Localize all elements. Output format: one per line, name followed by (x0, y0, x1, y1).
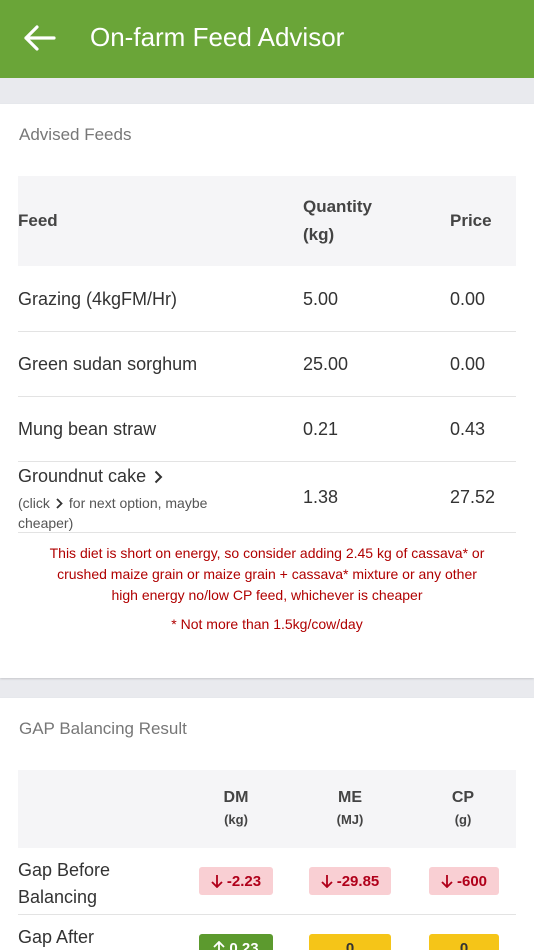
feed-quantity: 5.00 (303, 289, 339, 309)
status-badge: 0 (309, 934, 391, 950)
status-badge: -2.23 (199, 867, 273, 895)
header-dm: DM (kg) (223, 789, 249, 827)
status-badge: -29.85 (309, 867, 391, 895)
feed-quantity: 1.38 (303, 487, 339, 507)
feed-price: 27.52 (450, 487, 496, 507)
energy-warning: This diet is short on energy, so conside… (49, 545, 485, 603)
table-row: Gap Before Balancing -2.23 -29.85 -600 (18, 848, 516, 915)
table-row: Gap After 0.23 0 0 (18, 915, 516, 950)
feed-price: 0.43 (450, 419, 486, 439)
cassava-footnote: * Not more than 1.5kg/cow/day (171, 616, 363, 632)
feed-name: Groundnut cake (18, 466, 147, 486)
next-option-hint: (click for next option, maybe cheaper) (18, 495, 208, 531)
gap-row-label: Gap Before Balancing (18, 860, 111, 907)
table-row: Grazing (4kgFM/Hr) 5.00 0.00 (18, 266, 516, 332)
feed-quantity: 0.21 (303, 419, 339, 439)
header-quantity: Quantity (kg) (303, 197, 372, 244)
header-cp: CP (g) (451, 789, 475, 827)
advised-feeds-title: Advised Feeds (19, 125, 132, 144)
advised-feeds-header: Feed Quantity (kg) Price (18, 176, 516, 266)
feed-quantity: 25.00 (303, 354, 349, 374)
feed-name: Mung bean straw (18, 419, 157, 439)
arrow-down-icon (441, 875, 453, 888)
arrow-down-icon (321, 875, 333, 888)
header-feed: Feed (18, 211, 58, 230)
feed-price: 0.00 (450, 354, 486, 374)
table-row: Mung bean straw 0.21 0.43 (18, 397, 516, 462)
table-row: Groundnut cake (click for next option, m… (18, 462, 516, 533)
feed-price: 0.00 (450, 289, 486, 309)
arrow-left-icon (24, 25, 56, 51)
status-badge: 0.23 (199, 934, 273, 950)
back-button[interactable] (24, 24, 56, 52)
header-price: Price (450, 211, 492, 230)
table-row: Green sudan sorghum 25.00 0.00 (18, 332, 516, 397)
gap-table-header: DM (kg) ME (MJ) CP (g) (18, 770, 516, 848)
arrow-up-icon (213, 941, 226, 950)
page-title: On-farm Feed Advisor (90, 22, 345, 52)
feed-name: Grazing (4kgFM/Hr) (18, 289, 178, 309)
gap-row-label: Gap After (18, 927, 95, 947)
arrow-down-icon (211, 875, 223, 888)
chevron-right-icon (154, 470, 163, 483)
header-me: ME (MJ) (336, 789, 364, 827)
feed-name: Green sudan sorghum (18, 354, 198, 374)
gap-balancing-card: GAP Balancing Result DM (kg) ME (MJ) CP … (0, 698, 534, 950)
status-badge: -600 (429, 867, 499, 895)
app-bar: On-farm Feed Advisor (0, 0, 534, 78)
status-badge: 0 (429, 934, 499, 950)
advised-feeds-card: Advised Feeds Feed Quantity (kg) Price G… (0, 104, 534, 678)
gap-balancing-title: GAP Balancing Result (19, 719, 187, 738)
chevron-right-icon (56, 497, 63, 509)
next-option-link[interactable]: Groundnut cake (18, 466, 163, 487)
